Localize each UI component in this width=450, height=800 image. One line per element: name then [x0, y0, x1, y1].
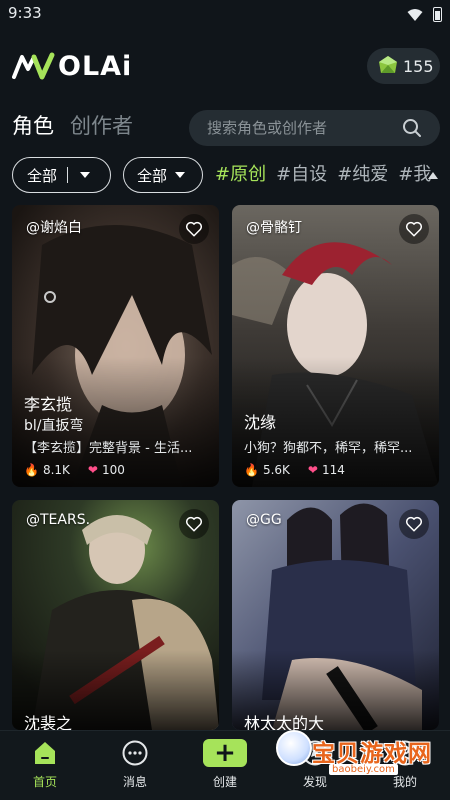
- discover-icon: [302, 740, 328, 766]
- app-logo: OLAi: [12, 48, 132, 84]
- heart-outline-icon: [405, 221, 423, 237]
- favorite-button[interactable]: [399, 214, 429, 244]
- heart-outline-icon: [185, 221, 203, 237]
- nav-home-label: 首页: [32, 775, 57, 789]
- card-subtitle: bl/直扳弯: [24, 418, 84, 434]
- favorite-button[interactable]: [179, 214, 209, 244]
- card-title: 林太太的大: [244, 714, 325, 730]
- card-author[interactable]: @TEARS.: [26, 512, 90, 528]
- hashtag-pure-love[interactable]: #纯爱: [337, 160, 388, 192]
- favorite-button[interactable]: [179, 509, 209, 539]
- filter-primary-label: 全部: [27, 166, 58, 185]
- hashtag-me[interactable]: #我: [398, 160, 431, 192]
- card-stats: 🔥 8.1K ❤ 100: [24, 463, 125, 477]
- battery-icon: [433, 7, 442, 22]
- bottom-nav: 首页 消息 + 创建 发现 我的: [0, 730, 450, 800]
- filter-secondary-label: 全部: [137, 166, 168, 185]
- nav-create[interactable]: + 创建: [195, 739, 255, 790]
- nav-create-label: 创建: [212, 775, 237, 789]
- expand-tags-icon[interactable]: [428, 172, 438, 179]
- favorite-button[interactable]: [399, 509, 429, 539]
- card-author[interactable]: @骨骼钉: [246, 217, 302, 237]
- nav-discover[interactable]: 发现: [285, 739, 345, 790]
- app-screen: 9:33 OLAi 155 角色 创作者 全: [0, 0, 450, 800]
- search-bar[interactable]: [189, 110, 440, 146]
- logo-mark-icon: [12, 52, 55, 80]
- coin-count: 155: [403, 56, 434, 76]
- status-icons: [407, 7, 442, 22]
- card-stats: 🔥 5.6K ❤ 114: [244, 463, 345, 477]
- category-tabs: 角色 创作者: [12, 110, 133, 140]
- search-icon[interactable]: [402, 118, 422, 138]
- message-icon: [122, 740, 148, 766]
- card-title: 李玄揽: [24, 395, 73, 414]
- nav-home[interactable]: 首页: [15, 739, 75, 790]
- create-plus-icon: +: [203, 739, 247, 767]
- character-card[interactable]: @骨骼钉 沈缘 小狗？狗都不，稀罕，稀罕... 🔥 5.6K ❤ 114: [232, 205, 439, 487]
- card-description: 【李玄揽】完整背景 - 生活...: [24, 441, 193, 456]
- heart-outline-icon: [405, 516, 423, 532]
- nav-profile[interactable]: 我的: [375, 739, 435, 790]
- tab-characters[interactable]: 角色: [12, 110, 54, 140]
- heat-count: 5.6K: [262, 463, 290, 477]
- tab-creators[interactable]: 创作者: [70, 110, 133, 140]
- wifi-icon: [407, 8, 423, 21]
- home-icon: [35, 742, 55, 764]
- card-author[interactable]: @谢焰白: [26, 217, 82, 237]
- caret-down-icon: [175, 172, 186, 178]
- flame-icon: 🔥: [24, 463, 39, 477]
- card-description: 小狗？狗都不，稀罕，稀罕...: [244, 441, 413, 456]
- flame-icon: 🔥: [244, 463, 259, 477]
- profile-icon: [392, 740, 418, 766]
- filter-dropdown-secondary[interactable]: 全部: [123, 157, 203, 193]
- nav-messages[interactable]: 消息: [105, 739, 165, 790]
- heart-outline-icon: [185, 516, 203, 532]
- like-count: 114: [321, 463, 345, 477]
- gem-coin-icon: [379, 56, 397, 73]
- filter-divider: [67, 167, 69, 183]
- heart-filled-icon: ❤: [307, 463, 318, 477]
- filter-dropdown-primary[interactable]: 全部: [12, 157, 111, 193]
- card-title: 沈缘: [244, 413, 277, 432]
- coin-balance[interactable]: 155: [367, 48, 440, 84]
- logo-text: OLAi: [58, 50, 133, 82]
- card-title: 沈裴之: [24, 714, 73, 730]
- card-author[interactable]: @GG: [246, 512, 282, 528]
- search-input[interactable]: [207, 119, 387, 137]
- hashtag-original[interactable]: #原创: [215, 160, 266, 192]
- caret-down-icon: [80, 172, 91, 178]
- hashtag-custom[interactable]: #自设: [276, 160, 327, 192]
- hashtag-bar: #原创 #自设 #纯爱 #我: [215, 160, 450, 192]
- character-card[interactable]: @谢焰白 李玄揽 bl/直扳弯 【李玄揽】完整背景 - 生活... 🔥 8.1K…: [12, 205, 219, 487]
- nav-profile-label: 我的: [392, 775, 417, 789]
- status-time: 9:33: [8, 4, 42, 22]
- like-count: 100: [101, 463, 125, 477]
- heart-filled-icon: ❤: [87, 463, 98, 477]
- status-bar: 9:33: [0, 0, 450, 30]
- character-card[interactable]: @TEARS. 沈裴之: [12, 500, 219, 730]
- heat-count: 8.1K: [42, 463, 70, 477]
- nav-discover-label: 发现: [302, 775, 327, 789]
- character-card[interactable]: @GG 林太太的大: [232, 500, 439, 730]
- nav-messages-label: 消息: [122, 775, 147, 789]
